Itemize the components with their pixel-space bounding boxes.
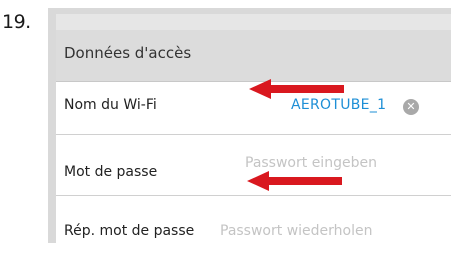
ssid-label: Nom du Wi-Fi [64,97,157,113]
password-repeat-label: Rép. mot de passe [64,223,195,239]
top-strip [56,14,451,30]
red-left-arrow-icon [249,79,344,99]
clear-icon[interactable]: ✕ [403,99,419,115]
form-rows: Nom du Wi-Fi AEROTUBE_1 ✕ Mot de passe P… [56,82,451,243]
ssid-value[interactable]: AEROTUBE_1 [291,97,386,113]
red-left-arrow-icon [247,171,342,191]
section-title: Données d'accès [64,44,192,62]
password-repeat-input[interactable]: Passwort wiederholen [220,223,372,239]
password-input[interactable]: Passwort eingeben [245,155,377,171]
section-header: Données d'accès [56,30,451,82]
password-repeat-row[interactable]: Rép. mot de passe Passwort wiederholen [56,196,451,256]
access-data-panel: Données d'accès Nom du Wi-Fi AEROTUBE_1 … [56,14,451,243]
step-number: 19. [2,11,31,33]
password-label: Mot de passe [64,164,158,180]
